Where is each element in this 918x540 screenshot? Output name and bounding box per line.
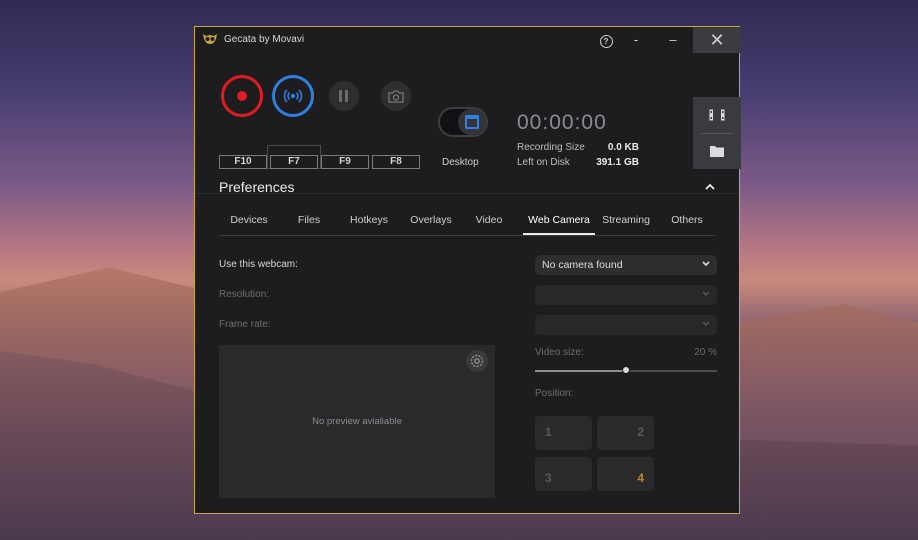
help-icon: ? xyxy=(599,35,613,48)
position-cell-4[interactable]: 4 xyxy=(597,457,654,491)
position-cell-label: 3 xyxy=(545,471,552,485)
tab-video[interactable]: Video xyxy=(464,213,514,235)
webcam-preview: No preview avialiable xyxy=(219,345,495,498)
tab-others[interactable]: Others xyxy=(659,213,715,235)
recording-size-value: 0.0 KB xyxy=(607,142,639,153)
resolution-select[interactable] xyxy=(535,285,717,305)
open-folder-button[interactable] xyxy=(693,133,741,169)
tab-files[interactable]: Files xyxy=(279,213,339,235)
chevron-down-icon xyxy=(702,321,710,327)
position-cell-1[interactable]: 1 xyxy=(535,416,592,450)
stream-hotkey[interactable]: F7 xyxy=(270,155,318,169)
webcam-select-value: No camera found xyxy=(542,259,623,271)
side-panel xyxy=(693,97,741,169)
pause-icon xyxy=(339,90,342,102)
video-size-slider[interactable] xyxy=(535,366,717,374)
camera-icon xyxy=(388,90,404,103)
position-cell-2[interactable]: 2 xyxy=(597,416,654,450)
recording-toolbar: F10 F7 F9 F8 Desktop 00:00:00 Recording … xyxy=(195,53,741,194)
left-on-disk-value: 391.1 GB xyxy=(596,157,639,168)
tab-overlays[interactable]: Overlays xyxy=(400,213,462,235)
film-icon xyxy=(709,109,725,121)
stream-button[interactable] xyxy=(272,75,314,117)
preview-message: No preview avialiable xyxy=(312,416,402,427)
preferences-tabs: Devices Files Hotkeys Overlays Video Web… xyxy=(219,213,716,236)
record-icon xyxy=(237,91,247,101)
broadcast-icon xyxy=(283,89,303,103)
pause-button[interactable] xyxy=(329,81,359,111)
title-bar[interactable]: Gecata by Movavi ? - – ✕ xyxy=(195,27,741,53)
owl-logo-icon xyxy=(203,34,217,44)
recording-size-label: Recording Size xyxy=(517,142,585,153)
preferences-title: Preferences xyxy=(219,179,295,195)
resolution-label: Resolution: xyxy=(219,289,270,300)
video-size-label: Video size: xyxy=(535,347,584,358)
chevron-down-icon xyxy=(702,291,710,297)
app-title: Gecata by Movavi xyxy=(224,34,305,45)
position-label: Position: xyxy=(535,388,574,399)
capture-mode-label: Desktop xyxy=(442,157,479,168)
capture-mode-toggle[interactable] xyxy=(438,107,488,137)
video-library-button[interactable] xyxy=(693,97,741,133)
position-cell-label: 1 xyxy=(545,425,552,439)
video-size-slider-thumb[interactable] xyxy=(622,366,630,374)
chevron-up-icon[interactable] xyxy=(705,182,715,192)
close-button[interactable]: ✕ xyxy=(693,27,741,53)
webcam-label: Use this webcam: xyxy=(219,259,298,270)
video-size-value: 20 % xyxy=(694,347,717,358)
folder-icon xyxy=(710,146,724,157)
record-button[interactable] xyxy=(221,75,263,117)
capture-mode-knob xyxy=(458,109,486,135)
minimize-button[interactable]: – xyxy=(655,27,691,53)
tab-streaming[interactable]: Streaming xyxy=(595,213,657,235)
tab-devices[interactable]: Devices xyxy=(219,213,279,235)
gear-icon xyxy=(470,354,484,368)
record-hotkey[interactable]: F10 xyxy=(219,155,267,169)
screenshot-hotkey[interactable]: F8 xyxy=(372,155,420,169)
video-size-slider-fill xyxy=(535,370,626,372)
screenshot-button[interactable] xyxy=(381,81,411,111)
position-cell-label: 2 xyxy=(637,425,644,439)
tab-web-camera[interactable]: Web Camera xyxy=(523,213,595,235)
desktop-window-icon xyxy=(465,115,479,129)
position-cell-3[interactable]: 3 xyxy=(535,457,592,491)
frame-rate-label: Frame rate: xyxy=(219,319,271,330)
chevron-down-icon xyxy=(702,261,710,267)
pause-hotkey[interactable]: F9 xyxy=(321,155,369,169)
webcam-select[interactable]: No camera found xyxy=(535,255,717,275)
frame-rate-select[interactable] xyxy=(535,315,717,335)
webcam-settings-button[interactable] xyxy=(466,350,488,372)
minimize-to-tray-button[interactable]: - xyxy=(618,27,654,53)
position-cell-label: 4 xyxy=(637,471,644,485)
app-window: Gecata by Movavi ? - – ✕ F10 F7 F9 F8 De… xyxy=(194,26,741,514)
pause-icon-bar xyxy=(345,90,348,102)
tab-hotkeys[interactable]: Hotkeys xyxy=(339,213,399,235)
left-on-disk-label: Left on Disk xyxy=(517,157,570,168)
recording-timer: 00:00:00 xyxy=(517,111,607,134)
